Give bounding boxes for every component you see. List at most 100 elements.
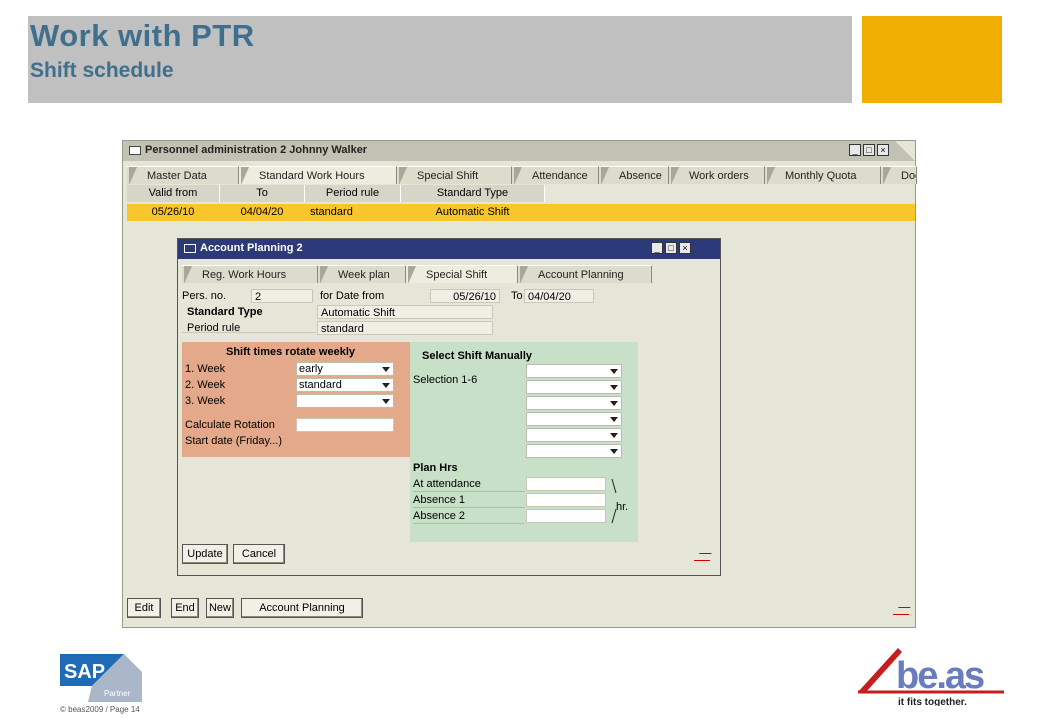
dialog-resize-grip-icon[interactable]	[694, 553, 710, 561]
chevron-down-icon[interactable]	[610, 433, 618, 438]
minimize-icon[interactable]: _	[849, 144, 861, 156]
absence1-field[interactable]	[526, 493, 606, 507]
chevron-down-icon[interactable]	[382, 383, 390, 388]
page-title: Work with PTR	[30, 18, 255, 53]
week2-label: 2. Week	[185, 379, 226, 391]
tab-work-orders[interactable]: Work orders	[669, 166, 765, 184]
period-rule-label: Period rule	[187, 322, 241, 334]
dialog-tabs: Reg. Work Hours Week plan Special Shift …	[182, 265, 652, 283]
to-field[interactable]: 04/04/20	[524, 289, 594, 303]
shift-select-6[interactable]	[526, 444, 622, 458]
cell-to[interactable]: 04/04/20	[220, 204, 304, 221]
cell-valid-from[interactable]: 05/26/10	[127, 204, 219, 221]
beas-logo-text: be.as	[896, 655, 984, 697]
dialog-close-icon[interactable]: ×	[679, 242, 691, 254]
account-planning-button[interactable]: Account Planning	[241, 598, 363, 618]
selection-label: Selection 1-6	[413, 374, 478, 386]
chevron-down-icon[interactable]	[382, 399, 390, 404]
window-titlebar[interactable]: Personnel administration 2 Johnny Walker…	[123, 141, 915, 161]
week1-select[interactable]: early	[296, 362, 394, 376]
standard-type-field[interactable]: Automatic Shift	[317, 305, 493, 319]
dialog-minimize-icon[interactable]: _	[651, 242, 663, 254]
week1-label: 1. Week	[185, 363, 226, 375]
absence2-field[interactable]	[526, 509, 606, 523]
tab-absence[interactable]: Absence	[599, 166, 669, 184]
shift-panel-title: Shift times rotate weekly	[226, 346, 355, 358]
date-from-label: for Date from	[320, 290, 385, 302]
shift-select-5[interactable]	[526, 428, 622, 442]
dialog-titlebar[interactable]: Account Planning 2 _ □ ×	[178, 239, 720, 259]
at-attendance-field[interactable]	[526, 477, 606, 491]
pers-no-label: Pers. no.	[182, 290, 227, 302]
pers-no-field[interactable]: 2	[251, 289, 313, 303]
shift-select-2[interactable]	[526, 380, 622, 394]
tab-master-data[interactable]: Master Data	[127, 166, 239, 184]
col-to[interactable]: To	[220, 185, 305, 202]
tab-standard-work-hours[interactable]: Standard Work Hours	[239, 166, 397, 184]
dialog-maximize-icon[interactable]: □	[665, 242, 677, 254]
tab-monthly-quota[interactable]: Monthly Quota	[765, 166, 881, 184]
beas-logo: be.as it fits together.	[858, 648, 1004, 706]
chevron-down-icon[interactable]	[610, 449, 618, 454]
update-button[interactable]: Update	[182, 544, 228, 564]
start-date-label: Start date (Friday...)	[185, 435, 282, 447]
window-title: Personnel administration 2 Johnny Walker	[145, 144, 368, 156]
tab-reg-work-hours[interactable]: Reg. Work Hours	[182, 265, 318, 283]
period-rule-field[interactable]: standard	[317, 321, 493, 335]
hr-unit-label: hr.	[616, 501, 629, 513]
week2-value: standard	[299, 379, 342, 391]
chevron-down-icon[interactable]	[382, 367, 390, 372]
cancel-button[interactable]: Cancel	[233, 544, 285, 564]
cell-standard-type[interactable]: Automatic Shift	[401, 204, 544, 221]
to-label: To	[511, 290, 523, 302]
absence2-label: Absence 2	[413, 510, 465, 522]
manual-shift-panel: Select Shift Manually Selection 1-6 Plan…	[410, 342, 638, 542]
chevron-down-icon[interactable]	[610, 385, 618, 390]
tab-week-plan[interactable]: Week plan	[318, 265, 406, 283]
resize-grip-icon[interactable]	[893, 607, 909, 615]
calculate-rotation-field[interactable]	[296, 418, 394, 432]
week3-label: 3. Week	[185, 395, 226, 407]
beas-tagline: it fits together.	[898, 697, 967, 706]
tab-attendance[interactable]: Attendance	[512, 166, 599, 184]
week1-value: early	[299, 363, 323, 375]
window-menu-icon[interactable]	[129, 146, 141, 155]
shift-select-3[interactable]	[526, 396, 622, 410]
col-period-rule[interactable]: Period rule	[305, 185, 401, 202]
calculate-rotation-label: Calculate Rotation	[185, 419, 275, 431]
shift-rotation-panel: Shift times rotate weekly 1. Week early …	[182, 342, 410, 457]
standard-type-label: Standard Type	[187, 306, 263, 318]
shift-select-4[interactable]	[526, 412, 622, 426]
account-planning-dialog: Account Planning 2 _ □ × Reg. Work Hours…	[177, 238, 721, 576]
page-subtitle: Shift schedule	[30, 59, 174, 82]
end-button[interactable]: End	[171, 598, 199, 618]
chevron-down-icon[interactable]	[610, 417, 618, 422]
week2-select[interactable]: standard	[296, 378, 394, 392]
edit-button[interactable]: Edit	[127, 598, 161, 618]
at-attendance-label: At attendance	[413, 478, 481, 490]
tab-docu[interactable]: Docu	[881, 166, 917, 184]
chevron-down-icon[interactable]	[610, 369, 618, 374]
week3-select[interactable]	[296, 394, 394, 408]
sap-partner-logo: SAP Partner	[60, 654, 142, 702]
chevron-down-icon[interactable]	[610, 401, 618, 406]
copyright-text: © beas2009 / Page 14	[60, 705, 140, 714]
tab-dialog-special-shift[interactable]: Special Shift	[406, 265, 518, 283]
tab-special-shift[interactable]: Special Shift	[397, 166, 512, 184]
dialog-title: Account Planning 2	[200, 242, 303, 254]
dialog-menu-icon[interactable]	[184, 244, 196, 253]
cell-period-rule[interactable]: standard	[310, 204, 400, 221]
window-corner-decoration	[895, 141, 915, 161]
tab-account-planning[interactable]: Account Planning	[518, 265, 652, 283]
main-tabs: Master Data Standard Work Hours Special …	[127, 166, 917, 184]
col-valid-from[interactable]: Valid from	[127, 185, 220, 202]
new-button[interactable]: New	[206, 598, 234, 618]
col-standard-type[interactable]: Standard Type	[401, 185, 545, 202]
close-icon[interactable]: ×	[877, 144, 889, 156]
manual-panel-title: Select Shift Manually	[422, 350, 533, 362]
date-from-field[interactable]: 05/26/10	[430, 289, 500, 303]
plan-hrs-title: Plan Hrs	[413, 462, 458, 474]
shift-select-1[interactable]	[526, 364, 622, 378]
maximize-icon[interactable]: □	[863, 144, 875, 156]
absence1-label: Absence 1	[413, 494, 465, 506]
